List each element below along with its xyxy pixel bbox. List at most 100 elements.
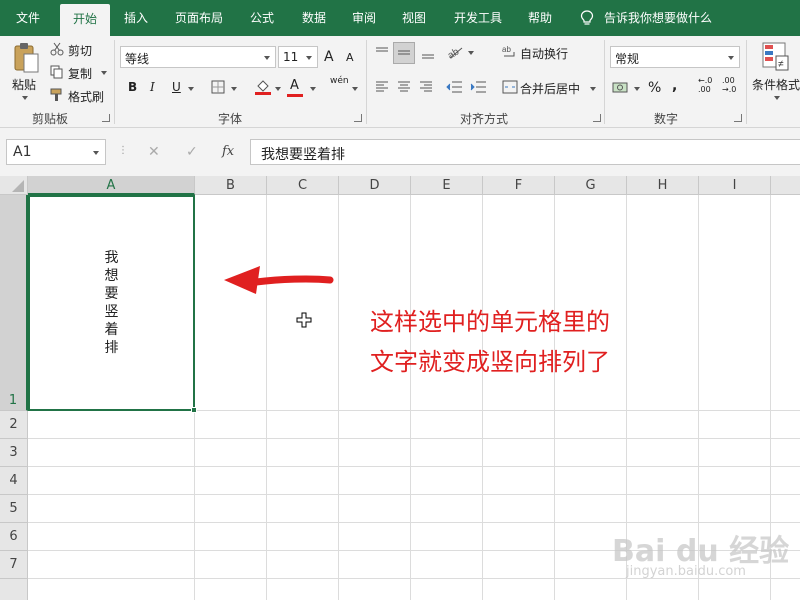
insert-function-icon[interactable]: fx xyxy=(222,144,234,159)
tab-home[interactable]: 开始 xyxy=(60,4,110,40)
decrease-decimal-button[interactable]: .00 →.0 xyxy=(722,76,742,94)
font-name-select[interactable]: 等线 xyxy=(120,46,276,68)
orientation-icon[interactable]: ab xyxy=(446,44,464,60)
paste-dropdown-icon[interactable] xyxy=(22,96,28,100)
font-launcher-icon[interactable] xyxy=(354,114,362,122)
formula-bar-grip[interactable]: ⋮ xyxy=(118,145,128,156)
increase-indent-icon[interactable] xyxy=(470,80,488,94)
cell-a1[interactable]: 我 想 要 竖 着 排 xyxy=(28,195,195,411)
phonetic-dropdown-icon[interactable] xyxy=(352,87,358,91)
format-painter-button[interactable]: 格式刷 xyxy=(68,88,104,105)
tell-me-search[interactable]: 告诉我你想要做什么 xyxy=(604,0,724,36)
cancel-icon[interactable]: ✕ xyxy=(148,144,160,160)
font-size-select[interactable]: 11 xyxy=(278,46,318,68)
column-header-h[interactable]: H xyxy=(627,176,699,195)
column-header-c[interactable]: C xyxy=(267,176,339,195)
row-header-4[interactable]: 4 xyxy=(0,467,28,495)
borders-dropdown-icon[interactable] xyxy=(231,87,237,91)
tab-file[interactable]: 文件 xyxy=(6,0,50,36)
accounting-format-icon[interactable] xyxy=(612,80,630,96)
number-launcher-icon[interactable] xyxy=(734,114,742,122)
conditional-formatting-button[interactable]: 条件格式 xyxy=(752,76,800,93)
tab-developer[interactable]: 开发工具 xyxy=(446,0,510,36)
percent-button[interactable]: % xyxy=(648,80,661,96)
row-header-5[interactable]: 5 xyxy=(0,495,28,523)
font-color-button[interactable]: A xyxy=(290,78,299,93)
tab-formulas[interactable]: 公式 xyxy=(242,0,282,36)
copy-button[interactable]: 复制 xyxy=(68,65,92,82)
font-color-dropdown-icon[interactable] xyxy=(310,87,316,91)
select-all-triangle-icon xyxy=(12,180,24,192)
column-header-b[interactable]: B xyxy=(195,176,267,195)
row-header-6[interactable]: 6 xyxy=(0,523,28,551)
decrease-indent-icon[interactable] xyxy=(446,80,464,94)
select-all-corner[interactable] xyxy=(0,176,28,195)
tab-insert[interactable]: 插入 xyxy=(116,0,156,36)
name-box[interactable]: A1 xyxy=(6,139,106,165)
vertical-char: 竖 xyxy=(104,304,119,320)
gridline xyxy=(554,195,555,600)
merge-center-button[interactable]: 合并后居中 xyxy=(520,80,580,97)
fill-handle[interactable] xyxy=(191,407,197,413)
underline-button[interactable]: U xyxy=(172,80,181,94)
increase-decimal-button[interactable]: ←.0 .00 xyxy=(698,76,718,94)
row-header-partial[interactable] xyxy=(0,579,28,600)
shrink-font-button[interactable]: A xyxy=(346,51,354,64)
conditional-formatting-dropdown-icon[interactable] xyxy=(774,96,780,100)
fill-color-icon[interactable] xyxy=(254,78,272,96)
column-header-g[interactable]: G xyxy=(555,176,627,195)
column-header-f[interactable]: F xyxy=(483,176,555,195)
enter-icon[interactable]: ✓ xyxy=(186,144,198,160)
align-left-icon[interactable] xyxy=(374,80,390,94)
number-format-value: 常规 xyxy=(615,52,640,66)
grow-font-button[interactable]: A xyxy=(324,49,334,65)
align-right-icon[interactable] xyxy=(418,80,434,94)
baidu-watermark-url: jingyan.baidu.com xyxy=(626,564,746,579)
orientation-dropdown-icon[interactable] xyxy=(468,51,474,55)
vertical-char: 我 xyxy=(104,250,119,266)
phonetic-button[interactable]: wén xyxy=(330,76,349,86)
column-header-i[interactable]: I xyxy=(699,176,771,195)
underline-dropdown-icon[interactable] xyxy=(188,87,194,91)
copy-dropdown-icon[interactable] xyxy=(101,71,107,75)
column-header-partial[interactable] xyxy=(771,176,800,195)
paste-icon[interactable] xyxy=(12,42,40,74)
borders-icon[interactable] xyxy=(211,80,225,94)
paste-button[interactable]: 粘贴 xyxy=(12,76,36,93)
align-center-icon[interactable] xyxy=(396,80,412,94)
comma-button[interactable]: , xyxy=(672,78,677,94)
font-size-value: 11 xyxy=(283,50,299,64)
number-format-select[interactable]: 常规 xyxy=(610,46,740,68)
column-header-a[interactable]: A xyxy=(28,176,195,195)
wrap-text-button[interactable]: 自动换行 xyxy=(520,45,568,62)
column-header-d[interactable]: D xyxy=(339,176,411,195)
align-top-icon[interactable] xyxy=(374,46,390,60)
cut-button[interactable]: 剪切 xyxy=(68,42,92,59)
group-divider xyxy=(366,40,367,124)
bold-button[interactable]: B xyxy=(128,80,137,94)
merge-center-dropdown-icon[interactable] xyxy=(590,87,596,91)
gridline xyxy=(410,195,411,600)
svg-text:≠: ≠ xyxy=(778,59,784,70)
tab-review[interactable]: 审阅 xyxy=(344,0,384,36)
italic-button[interactable]: I xyxy=(150,80,155,94)
alignment-launcher-icon[interactable] xyxy=(593,114,601,122)
lightbulb-icon[interactable] xyxy=(580,10,594,26)
tab-help[interactable]: 帮助 xyxy=(520,0,560,36)
tab-view[interactable]: 视图 xyxy=(394,0,434,36)
align-middle-button[interactable] xyxy=(393,42,415,64)
clipboard-launcher-icon[interactable] xyxy=(102,114,110,122)
tab-page-layout[interactable]: 页面布局 xyxy=(166,0,232,36)
row-header-7[interactable]: 7 xyxy=(0,551,28,579)
row-header-3[interactable]: 3 xyxy=(0,439,28,467)
tab-data[interactable]: 数据 xyxy=(294,0,334,36)
row-header-1[interactable]: 1 xyxy=(0,195,28,411)
accounting-dropdown-icon[interactable] xyxy=(634,87,640,91)
row-header-2[interactable]: 2 xyxy=(0,411,28,439)
column-header-e[interactable]: E xyxy=(411,176,483,195)
chevron-down-icon[interactable] xyxy=(93,151,99,155)
fill-color-dropdown-icon[interactable] xyxy=(275,87,281,91)
align-bottom-icon[interactable] xyxy=(420,46,436,60)
formula-input[interactable]: 我想要竖着排 xyxy=(250,139,800,165)
red-arrow-icon xyxy=(224,266,334,294)
